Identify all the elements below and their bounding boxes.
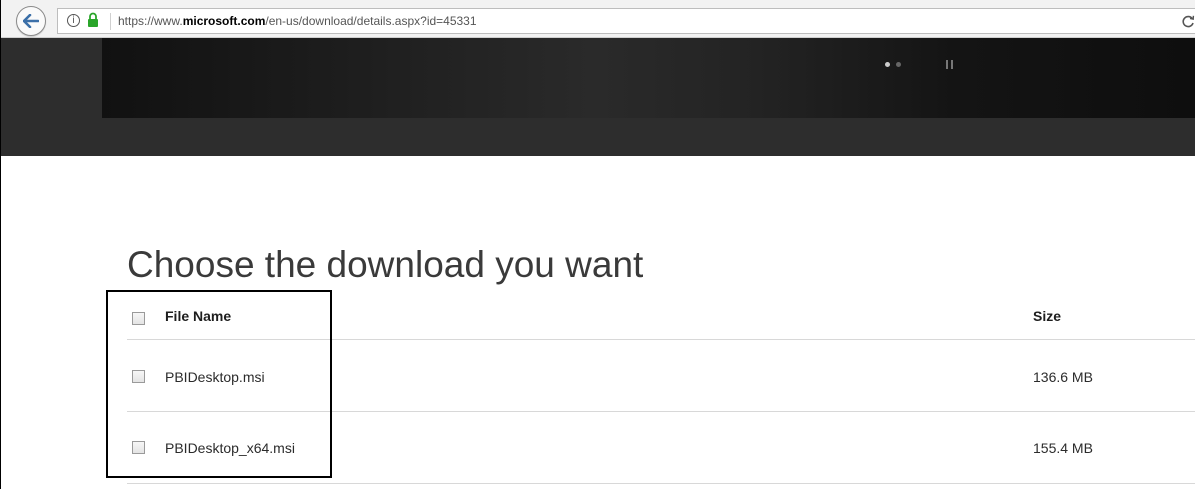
browser-toolbar: i https://www.microsoft.com/en-us/downlo… (1, 0, 1195, 38)
pause-icon[interactable] (946, 60, 953, 69)
back-arrow-icon (23, 14, 39, 28)
url-path: /en-us/download/details.aspx?id=45331 (265, 14, 477, 28)
url-domain: microsoft.com (182, 14, 266, 28)
reload-icon[interactable] (1181, 14, 1195, 28)
row-divider (127, 483, 1195, 484)
url-prefix: https://www. (118, 14, 183, 28)
info-icon[interactable]: i (67, 14, 80, 27)
lock-icon[interactable] (87, 12, 99, 28)
address-bar[interactable]: i https://www.microsoft.com/en-us/downlo… (57, 8, 1195, 34)
carousel-indicators (885, 62, 901, 67)
browser-window: i https://www.microsoft.com/en-us/downlo… (0, 0, 1195, 489)
file-size: 155.4 MB (1033, 440, 1093, 456)
address-separator (110, 13, 111, 30)
carousel-dot-active[interactable] (885, 62, 890, 67)
back-button[interactable] (16, 6, 46, 36)
carousel-dot[interactable] (896, 62, 901, 67)
size-header: Size (1033, 308, 1062, 324)
annotation-highlight-box (106, 290, 332, 478)
hero-image (102, 38, 1195, 118)
page-title: Choose the download you want (127, 243, 644, 285)
url-text[interactable]: https://www.microsoft.com/en-us/download… (118, 13, 477, 30)
file-size: 136.6 MB (1033, 369, 1093, 385)
